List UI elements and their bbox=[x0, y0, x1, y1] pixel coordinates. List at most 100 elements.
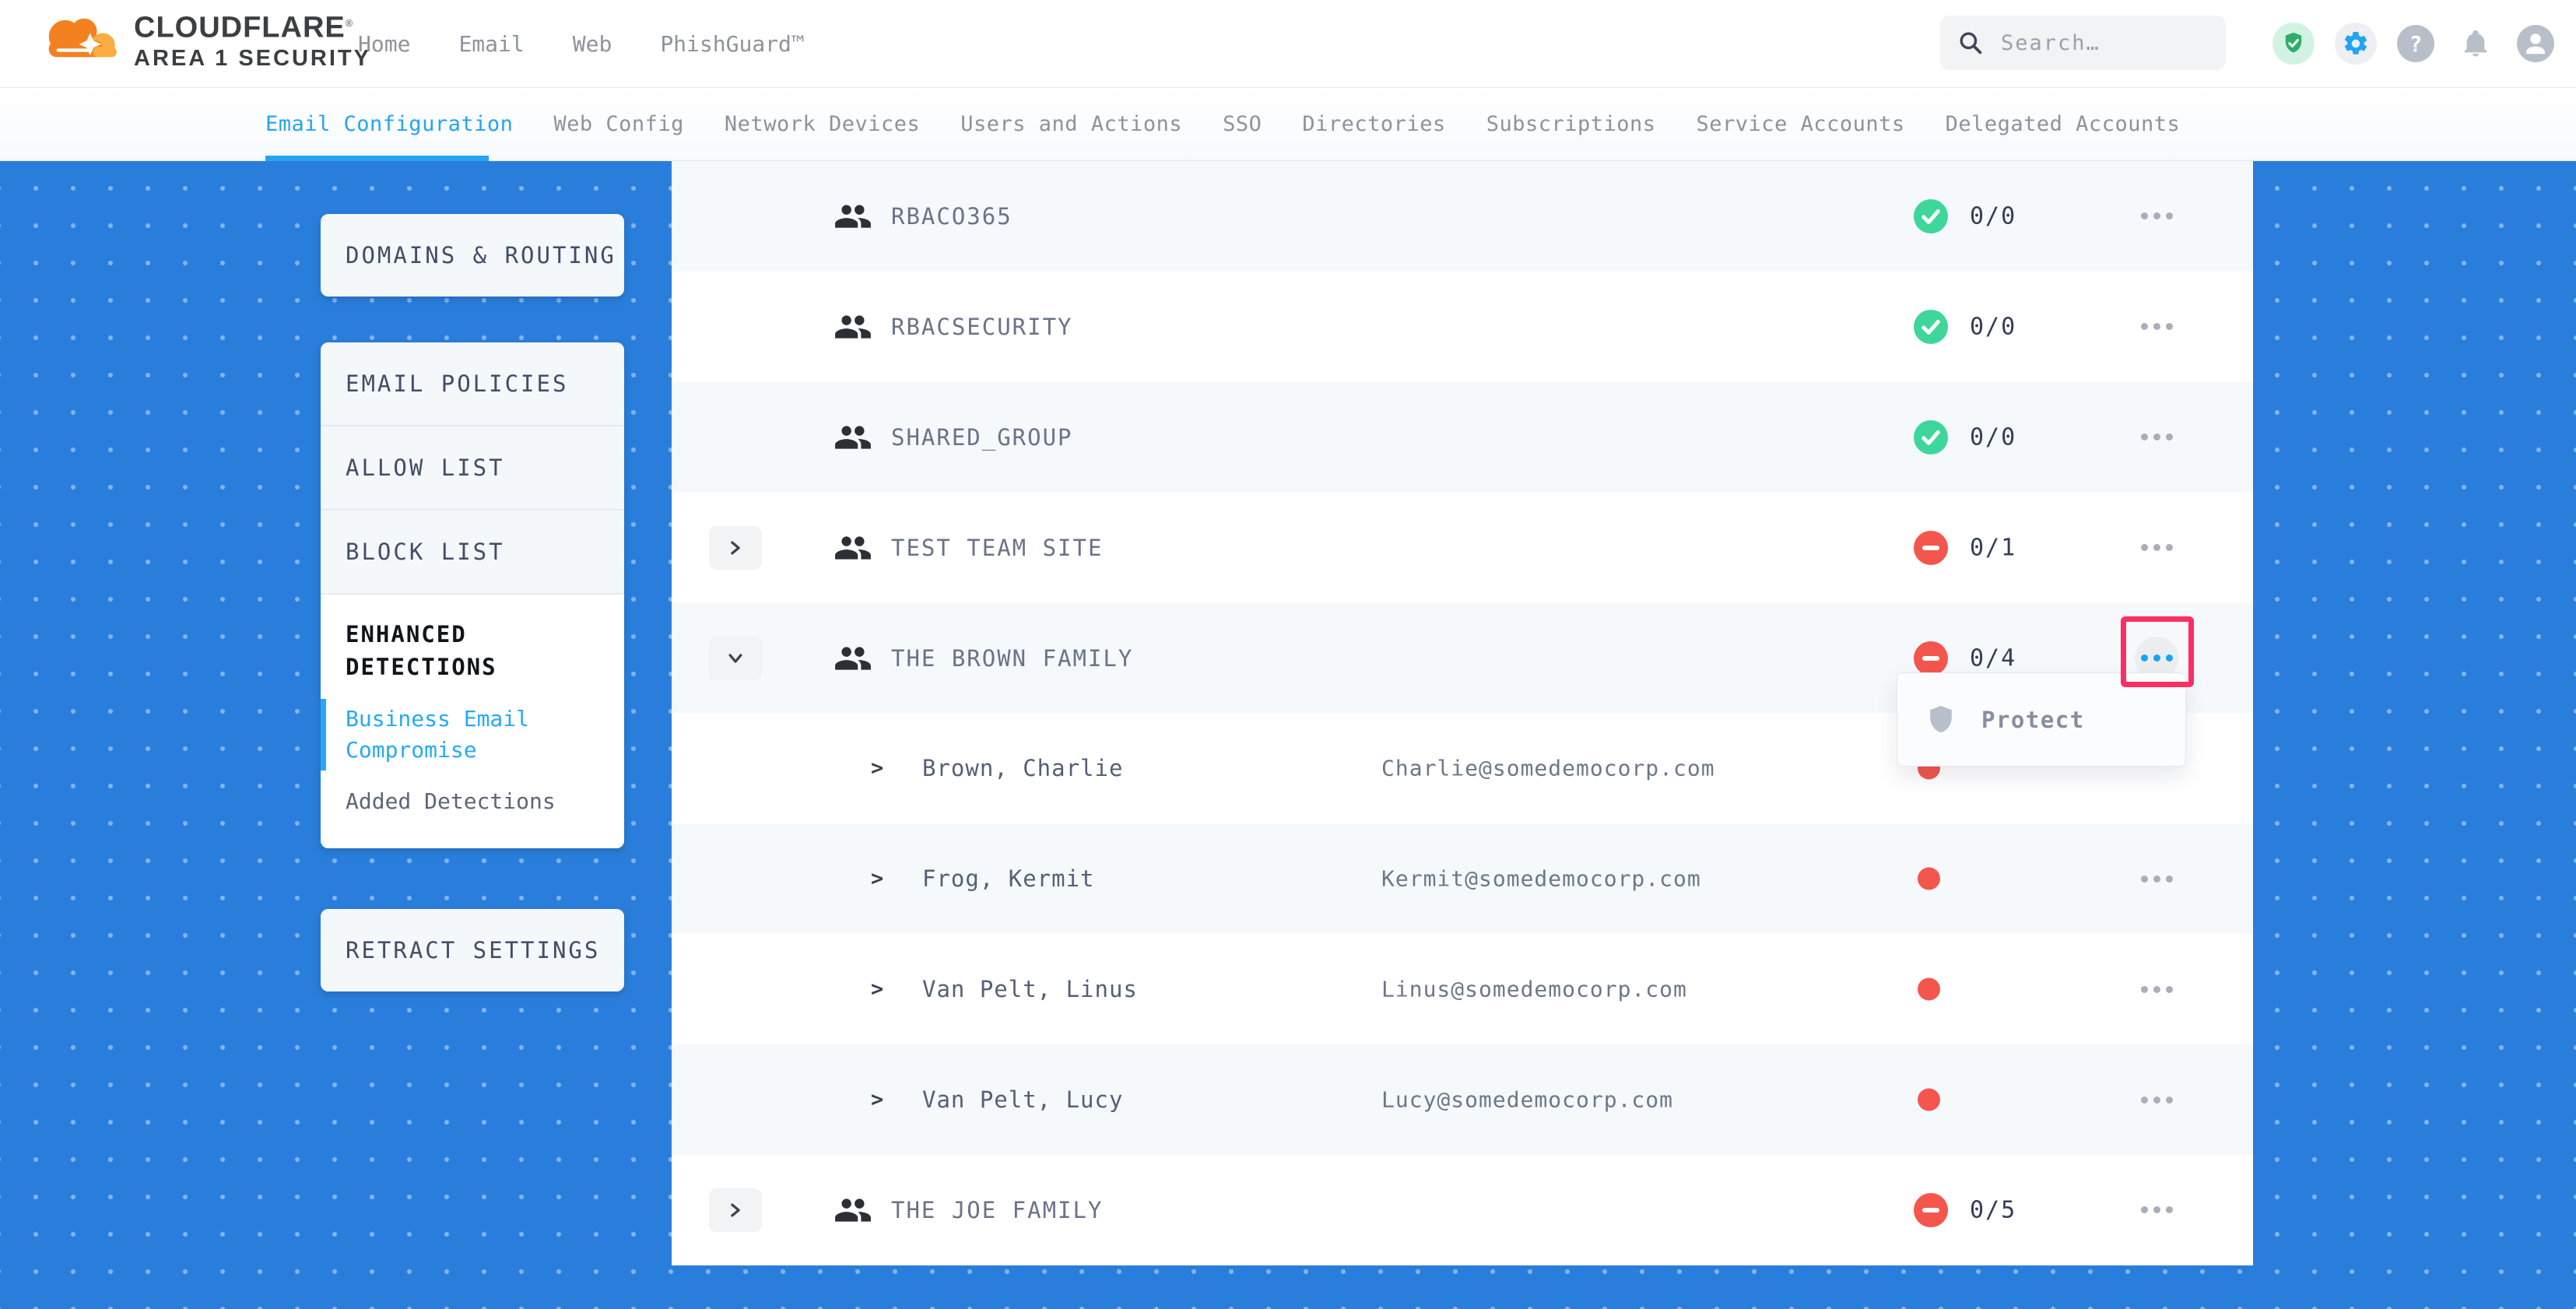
expand-button[interactable] bbox=[709, 526, 762, 570]
row-menu-button[interactable] bbox=[2135, 1188, 2178, 1232]
top-nav-web[interactable]: Web bbox=[573, 31, 612, 57]
member-email: Linus@somedemocorp.com bbox=[1381, 977, 1687, 1002]
top-nav-phishguard[interactable]: PhishGuard™ bbox=[660, 31, 804, 57]
groups-table: RBACO365 0/0 RBACSECURITY bbox=[672, 161, 2253, 1265]
search-box[interactable] bbox=[1940, 16, 2226, 70]
tab-network-devices[interactable]: Network Devices bbox=[725, 112, 920, 136]
sidebar-subitem-added-detections[interactable]: Added Detections bbox=[321, 786, 579, 817]
member-chevron-icon: > bbox=[871, 977, 883, 1002]
alert-dot bbox=[1918, 978, 1940, 1001]
user-icon[interactable] bbox=[2517, 25, 2554, 62]
group-icon bbox=[834, 1191, 872, 1230]
sidebar-card: DOMAINS & ROUTING bbox=[321, 214, 624, 297]
member-email: Lucy@somedemocorp.com bbox=[1381, 1087, 1673, 1113]
row-menu-button[interactable] bbox=[2135, 416, 2178, 459]
row-menu-button[interactable] bbox=[2135, 1078, 2178, 1121]
sidebar-item-allow-list[interactable]: ALLOW LIST bbox=[321, 425, 624, 509]
tab-delegated-accounts[interactable]: Delegated Accounts bbox=[1946, 112, 2181, 136]
expand-button[interactable] bbox=[709, 1188, 762, 1232]
header-icons: ? bbox=[2272, 0, 2554, 87]
active-tab-underline bbox=[265, 156, 489, 161]
row-menu-button[interactable] bbox=[2135, 305, 2178, 349]
table-row-frog-kermit: > Frog, Kermit Kermit@somedemocorp.com bbox=[672, 823, 2253, 934]
group-icon bbox=[834, 418, 872, 457]
group-name: THE BROWN FAMILY bbox=[891, 645, 1133, 672]
tab-web-config[interactable]: Web Config bbox=[553, 112, 684, 136]
member-name: Frog, Kermit bbox=[922, 865, 1095, 892]
sidebar-card: EMAIL POLICIESALLOW LISTBLOCK LISTENHANC… bbox=[321, 342, 624, 848]
row-menu-button[interactable] bbox=[2135, 195, 2178, 238]
tab-subscriptions[interactable]: Subscriptions bbox=[1486, 112, 1656, 136]
logo-product: AREA 1 SECURITY bbox=[134, 45, 371, 72]
bell-icon[interactable] bbox=[2455, 23, 2497, 65]
alert-dot bbox=[1918, 868, 1940, 890]
context-menu: Protect bbox=[1897, 672, 2186, 767]
status-badge bbox=[1914, 199, 1948, 233]
row-menu-button[interactable] bbox=[2135, 857, 2178, 900]
sidebar-item-block-list[interactable]: BLOCK LIST bbox=[321, 509, 624, 593]
top-nav: Home Email Web PhishGuard™ bbox=[358, 0, 805, 87]
sidebar-subitem-business-email-compromise[interactable]: Business Email Compromise bbox=[321, 704, 579, 766]
group-name: TEST TEAM SITE bbox=[891, 535, 1103, 561]
tab-bar: Email Configuration Web Config Network Dev… bbox=[0, 87, 2576, 161]
sidebar-item-retract-settings[interactable]: RETRACT SETTINGS bbox=[321, 909, 624, 991]
app-root: CLOUDFLARE® AREA 1 SECURITY Home Email Web… bbox=[0, 0, 2576, 1309]
protection-count: 0/4 bbox=[1970, 644, 2016, 672]
tab-email-configuration[interactable]: Email Configuration bbox=[265, 112, 513, 136]
shield-check-icon[interactable] bbox=[2272, 23, 2315, 65]
cloudflare-cloud-icon bbox=[40, 12, 128, 62]
member-chevron-icon: > bbox=[871, 756, 883, 781]
expand-button[interactable] bbox=[709, 637, 762, 680]
logo-text: CLOUDFLARE® AREA 1 SECURITY bbox=[134, 6, 371, 72]
sidebar-section-enhanced-detections: ENHANCED DETECTIONS Business Email Compro… bbox=[321, 593, 624, 848]
top-nav-email[interactable]: Email bbox=[458, 31, 524, 57]
tab-users-and-actions[interactable]: Users and Actions bbox=[960, 112, 1182, 136]
member-email: Charlie@somedemocorp.com bbox=[1381, 756, 1715, 781]
tab-directories[interactable]: Directories bbox=[1302, 112, 1445, 136]
status-badge bbox=[1914, 641, 1948, 676]
table-row-the-joe-family: THE JOE FAMILY 0/5 bbox=[672, 1155, 2253, 1265]
gear-icon[interactable] bbox=[2335, 23, 2377, 65]
cloudflare-logo: CLOUDFLARE® AREA 1 SECURITY bbox=[40, 6, 371, 72]
row-menu-button[interactable] bbox=[2135, 526, 2178, 570]
tab-sso[interactable]: SSO bbox=[1223, 112, 1262, 136]
group-icon bbox=[834, 197, 872, 236]
help-icon[interactable]: ? bbox=[2397, 25, 2434, 62]
app-header: CLOUDFLARE® AREA 1 SECURITY Home Email Web… bbox=[0, 0, 2576, 88]
status-badge bbox=[1914, 1193, 1948, 1227]
search-icon bbox=[1957, 30, 1984, 56]
group-name: RBACO365 bbox=[891, 203, 1013, 230]
member-chevron-icon: > bbox=[871, 867, 883, 891]
group-name: SHARED_GROUP bbox=[891, 424, 1073, 451]
table-row-rbacsecurity: RBACSECURITY 0/0 bbox=[672, 272, 2253, 382]
protection-count: 0/0 bbox=[1970, 423, 2016, 451]
table-row-van-pelt-linus: > Van Pelt, Linus Linus@somedemocorp.com bbox=[672, 934, 2253, 1044]
sidebar-item-enhanced-detections[interactable]: ENHANCED DETECTIONS bbox=[321, 618, 579, 683]
table-row-van-pelt-lucy: > Van Pelt, Lucy Lucy@somedemocorp.com bbox=[672, 1044, 2253, 1155]
sidebar-card: RETRACT SETTINGS bbox=[321, 909, 624, 991]
member-chevron-icon: > bbox=[871, 1088, 883, 1112]
protection-count: 0/0 bbox=[1970, 313, 2016, 340]
member-email: Kermit@somedemocorp.com bbox=[1381, 866, 1701, 892]
group-name: THE JOE FAMILY bbox=[891, 1197, 1103, 1223]
group-name: RBACSECURITY bbox=[891, 314, 1073, 340]
top-nav-home[interactable]: Home bbox=[358, 31, 410, 57]
tab-service-accounts[interactable]: Service Accounts bbox=[1697, 112, 1905, 136]
group-icon bbox=[834, 307, 872, 346]
group-icon bbox=[834, 639, 872, 678]
protection-count: 0/1 bbox=[1970, 534, 2016, 561]
table-row-rbaco365: RBACO365 0/0 bbox=[672, 161, 2253, 272]
member-name: Brown, Charlie bbox=[922, 755, 1123, 781]
status-badge bbox=[1914, 420, 1948, 454]
sidebar-item-domains-routing[interactable]: DOMAINS & ROUTING bbox=[321, 214, 624, 297]
status-badge bbox=[1914, 310, 1948, 344]
sidebar-item-email-policies[interactable]: EMAIL POLICIES bbox=[321, 342, 624, 425]
menu-item-protect[interactable]: Protect bbox=[1981, 707, 2085, 733]
table-row-shared-group: SHARED_GROUP 0/0 bbox=[672, 382, 2253, 493]
protection-count: 0/0 bbox=[1970, 202, 2016, 230]
row-menu-button[interactable] bbox=[2135, 967, 2178, 1011]
member-name: Van Pelt, Lucy bbox=[922, 1086, 1123, 1113]
table-row-test-team-site: TEST TEAM SITE 0/1 bbox=[672, 493, 2253, 603]
search-input[interactable] bbox=[1999, 30, 2269, 56]
protection-count: 0/5 bbox=[1970, 1196, 2016, 1223]
